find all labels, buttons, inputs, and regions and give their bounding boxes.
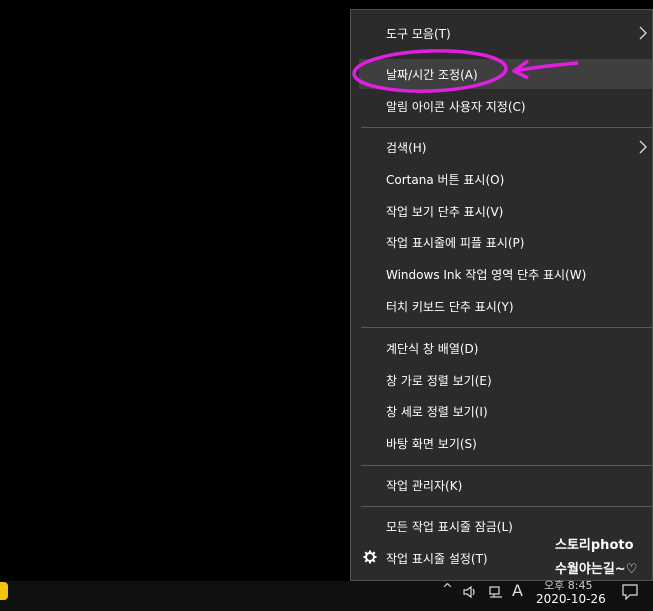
menu-item-label: 터치 키보드 단추 표시(Y)	[386, 299, 514, 314]
menu-item-show-task-view-button[interactable]: 작업 보기 단추 표시(V)	[359, 196, 652, 226]
menu-separator	[361, 465, 652, 466]
chevron-right-icon	[639, 26, 647, 40]
menu-item-label: 창 세로 정렬 보기(I)	[386, 404, 488, 419]
menu-item-customize-notification-icons[interactable]: 알림 아이콘 사용자 지정(C)	[359, 91, 652, 121]
menu-item-show-cortana-button[interactable]: Cortana 버튼 표시(O)	[359, 164, 652, 194]
menu-item-search[interactable]: 검색(H)	[359, 132, 652, 162]
menu-item-adjust-date-time[interactable]: 날짜/시간 조정(A)	[359, 59, 652, 89]
menu-item-cascade-windows[interactable]: 계단식 창 배열(D)	[359, 333, 652, 363]
menu-separator	[361, 327, 652, 328]
ime-indicator[interactable]: A	[512, 581, 523, 601]
volume-icon[interactable]	[462, 584, 478, 600]
watermark-line-2: 수월야는길~♡	[555, 562, 638, 577]
gear-icon	[363, 550, 377, 564]
menu-item-toolbars[interactable]: 도구 모음(T)	[359, 18, 652, 48]
menu-separator	[361, 506, 652, 507]
menu-item-label: 작업 표시줄 설정(T)	[386, 551, 488, 566]
clock-time[interactable]: 오후 8:45	[544, 577, 592, 593]
menu-item-show-people[interactable]: 작업 표시줄에 피플 표시(P)	[359, 227, 652, 257]
menu-item-task-manager[interactable]: 작업 관리자(K)	[359, 470, 652, 500]
menu-item-show-windows-stacked[interactable]: 창 가로 정렬 보기(E)	[359, 365, 652, 395]
menu-item-label: 작업 보기 단추 표시(V)	[386, 204, 504, 219]
tray-overflow-chevron[interactable]: ^	[442, 582, 453, 602]
notification-icon[interactable]	[621, 583, 639, 601]
menu-item-label: Windows Ink 작업 영역 단추 표시(W)	[386, 267, 587, 282]
app-icon[interactable]	[0, 582, 8, 600]
menu-item-label: 작업 관리자(K)	[386, 478, 463, 493]
menu-item-label: 검색(H)	[386, 140, 427, 155]
menu-item-show-desktop[interactable]: 바탕 화면 보기(S)	[359, 428, 652, 458]
menu-item-label: 도구 모음(T)	[386, 26, 451, 41]
menu-item-show-touch-keyboard-button[interactable]: 터치 키보드 단추 표시(Y)	[359, 291, 652, 321]
chevron-right-icon	[639, 140, 647, 154]
menu-separator	[361, 127, 652, 128]
menu-item-label: 알림 아이콘 사용자 지정(C)	[386, 99, 526, 114]
menu-item-label: 계단식 창 배열(D)	[386, 341, 479, 356]
menu-item-label: 모든 작업 표시줄 잠금(L)	[386, 519, 513, 534]
taskbar-context-menu: 도구 모음(T) 날짜/시간 조정(A) 알림 아이콘 사용자 지정(C) 검색…	[350, 9, 653, 581]
watermark-line-1: 스토리photo	[555, 538, 634, 553]
menu-item-label: 창 가로 정렬 보기(E)	[386, 373, 492, 388]
menu-item-label: 바탕 화면 보기(S)	[386, 436, 477, 451]
menu-item-show-windows-side-by-side[interactable]: 창 세로 정렬 보기(I)	[359, 396, 652, 426]
network-icon[interactable]	[488, 584, 504, 600]
clock-date[interactable]: 2020-10-26	[536, 592, 606, 606]
menu-item-label: 날짜/시간 조정(A)	[386, 67, 478, 82]
menu-item-label: Cortana 버튼 표시(O)	[386, 172, 505, 187]
menu-item-show-windows-ink-button[interactable]: Windows Ink 작업 영역 단추 표시(W)	[359, 259, 652, 289]
menu-item-label: 작업 표시줄에 피플 표시(P)	[386, 235, 525, 250]
